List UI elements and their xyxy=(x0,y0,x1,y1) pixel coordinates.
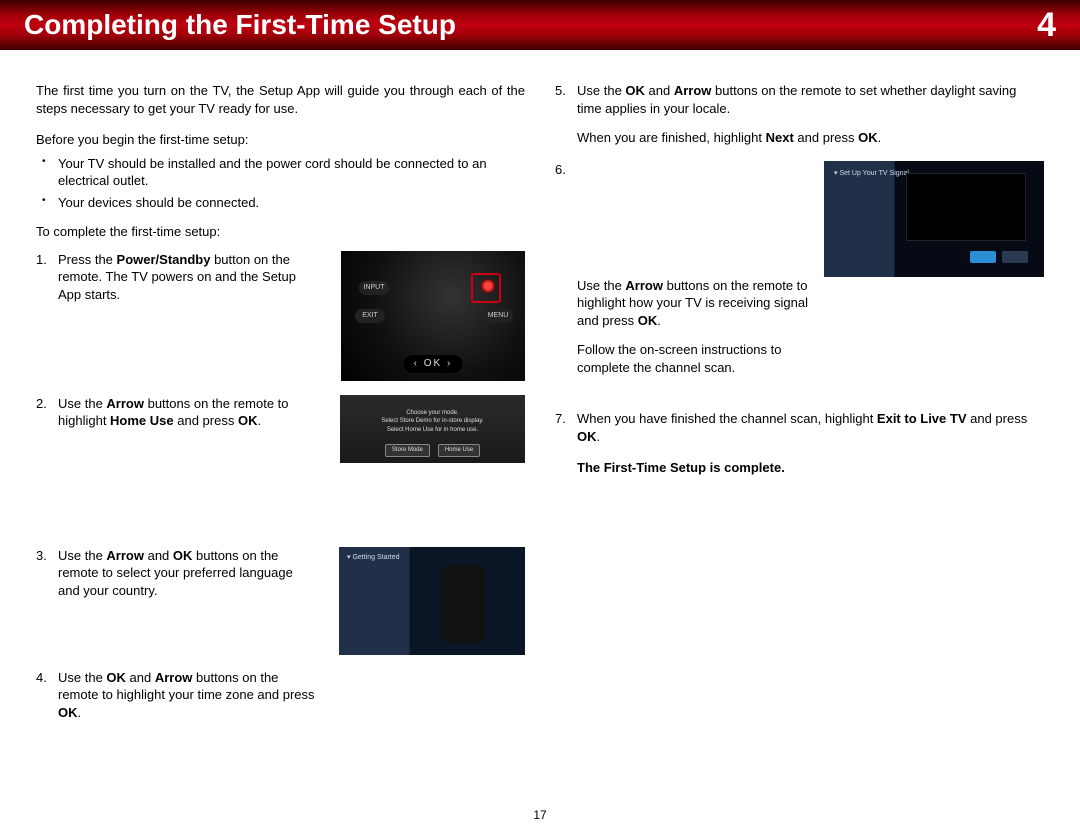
step-6-text: Use the Arrow buttons on the remote to h… xyxy=(577,277,823,377)
figure-language: ▾ Getting Started xyxy=(339,547,525,655)
figure-tv-signal: ▾ Set Up Your TV Signal xyxy=(824,161,1044,277)
remote-menu-button: MENU xyxy=(483,309,513,323)
intro-text: The first time you turn on the TV, the S… xyxy=(36,82,525,117)
signal-other-button xyxy=(1002,251,1028,263)
step-7: When you have finished the channel scan,… xyxy=(555,410,1044,445)
signal-tv-preview xyxy=(906,173,1026,241)
figure-remote: INPUT EXIT MENU ‹ OK › xyxy=(341,251,525,381)
chapter-number: 4 xyxy=(1037,6,1056,45)
prereq-item: Your TV should be installed and the powe… xyxy=(58,155,525,190)
prereq-item: Your devices should be connected. xyxy=(58,194,525,212)
content-area: The first time you turn on the TV, the S… xyxy=(0,50,1080,721)
left-column: The first time you turn on the TV, the S… xyxy=(36,82,525,721)
remote-exit-button: EXIT xyxy=(355,309,385,323)
page-number: 17 xyxy=(0,808,1080,822)
step-3: ▾ Getting Started Use the Arrow and OK b… xyxy=(36,547,525,655)
home-use-button: Home Use xyxy=(438,444,480,456)
page-header: Completing the First-Time Setup 4 xyxy=(0,0,1080,50)
right-column: Use the OK and Arrow buttons on the remo… xyxy=(555,82,1044,721)
step-6: ▾ Set Up Your TV Signal Use the Arrow bu… xyxy=(555,161,1044,397)
step-2: Choose your mode. Select Store Demo for … xyxy=(36,395,525,533)
step-4-text: Use the OK and Arrow buttons on the remo… xyxy=(58,669,316,722)
step-1: INPUT EXIT MENU ‹ OK › Press the Power/S… xyxy=(36,251,525,381)
prereq-list: Your TV should be installed and the powe… xyxy=(36,155,525,212)
signal-done-button xyxy=(970,251,996,263)
step-6-follow: Follow the on-screen instructions to com… xyxy=(577,341,823,376)
step-3-text: Use the Arrow and OK buttons on the remo… xyxy=(58,547,316,600)
page-title: Completing the First-Time Setup xyxy=(24,9,456,41)
remote-ok-bar: ‹ OK › xyxy=(404,355,463,373)
before-heading: Before you begin the first-time setup: xyxy=(36,131,525,149)
figure-choose-mode: Choose your mode. Select Store Demo for … xyxy=(340,395,525,463)
steps-list-right: Use the OK and Arrow buttons on the remo… xyxy=(555,82,1044,445)
steps-list-left: INPUT EXIT MENU ‹ OK › Press the Power/S… xyxy=(36,251,525,655)
step-5: Use the OK and Arrow buttons on the remo… xyxy=(555,82,1044,147)
store-mode-button: Store Mode xyxy=(385,444,430,456)
step-5-finish: When you are finished, highlight Next an… xyxy=(577,129,1044,147)
remote-input-button: INPUT xyxy=(359,281,389,295)
to-complete-heading: To complete the first-time setup: xyxy=(36,223,525,241)
step-2-text: Use the Arrow buttons on the remote to h… xyxy=(58,395,316,430)
step-1-text: Press the Power/Standby button on the re… xyxy=(58,251,316,304)
setup-complete: The First-Time Setup is complete. xyxy=(555,459,1044,477)
